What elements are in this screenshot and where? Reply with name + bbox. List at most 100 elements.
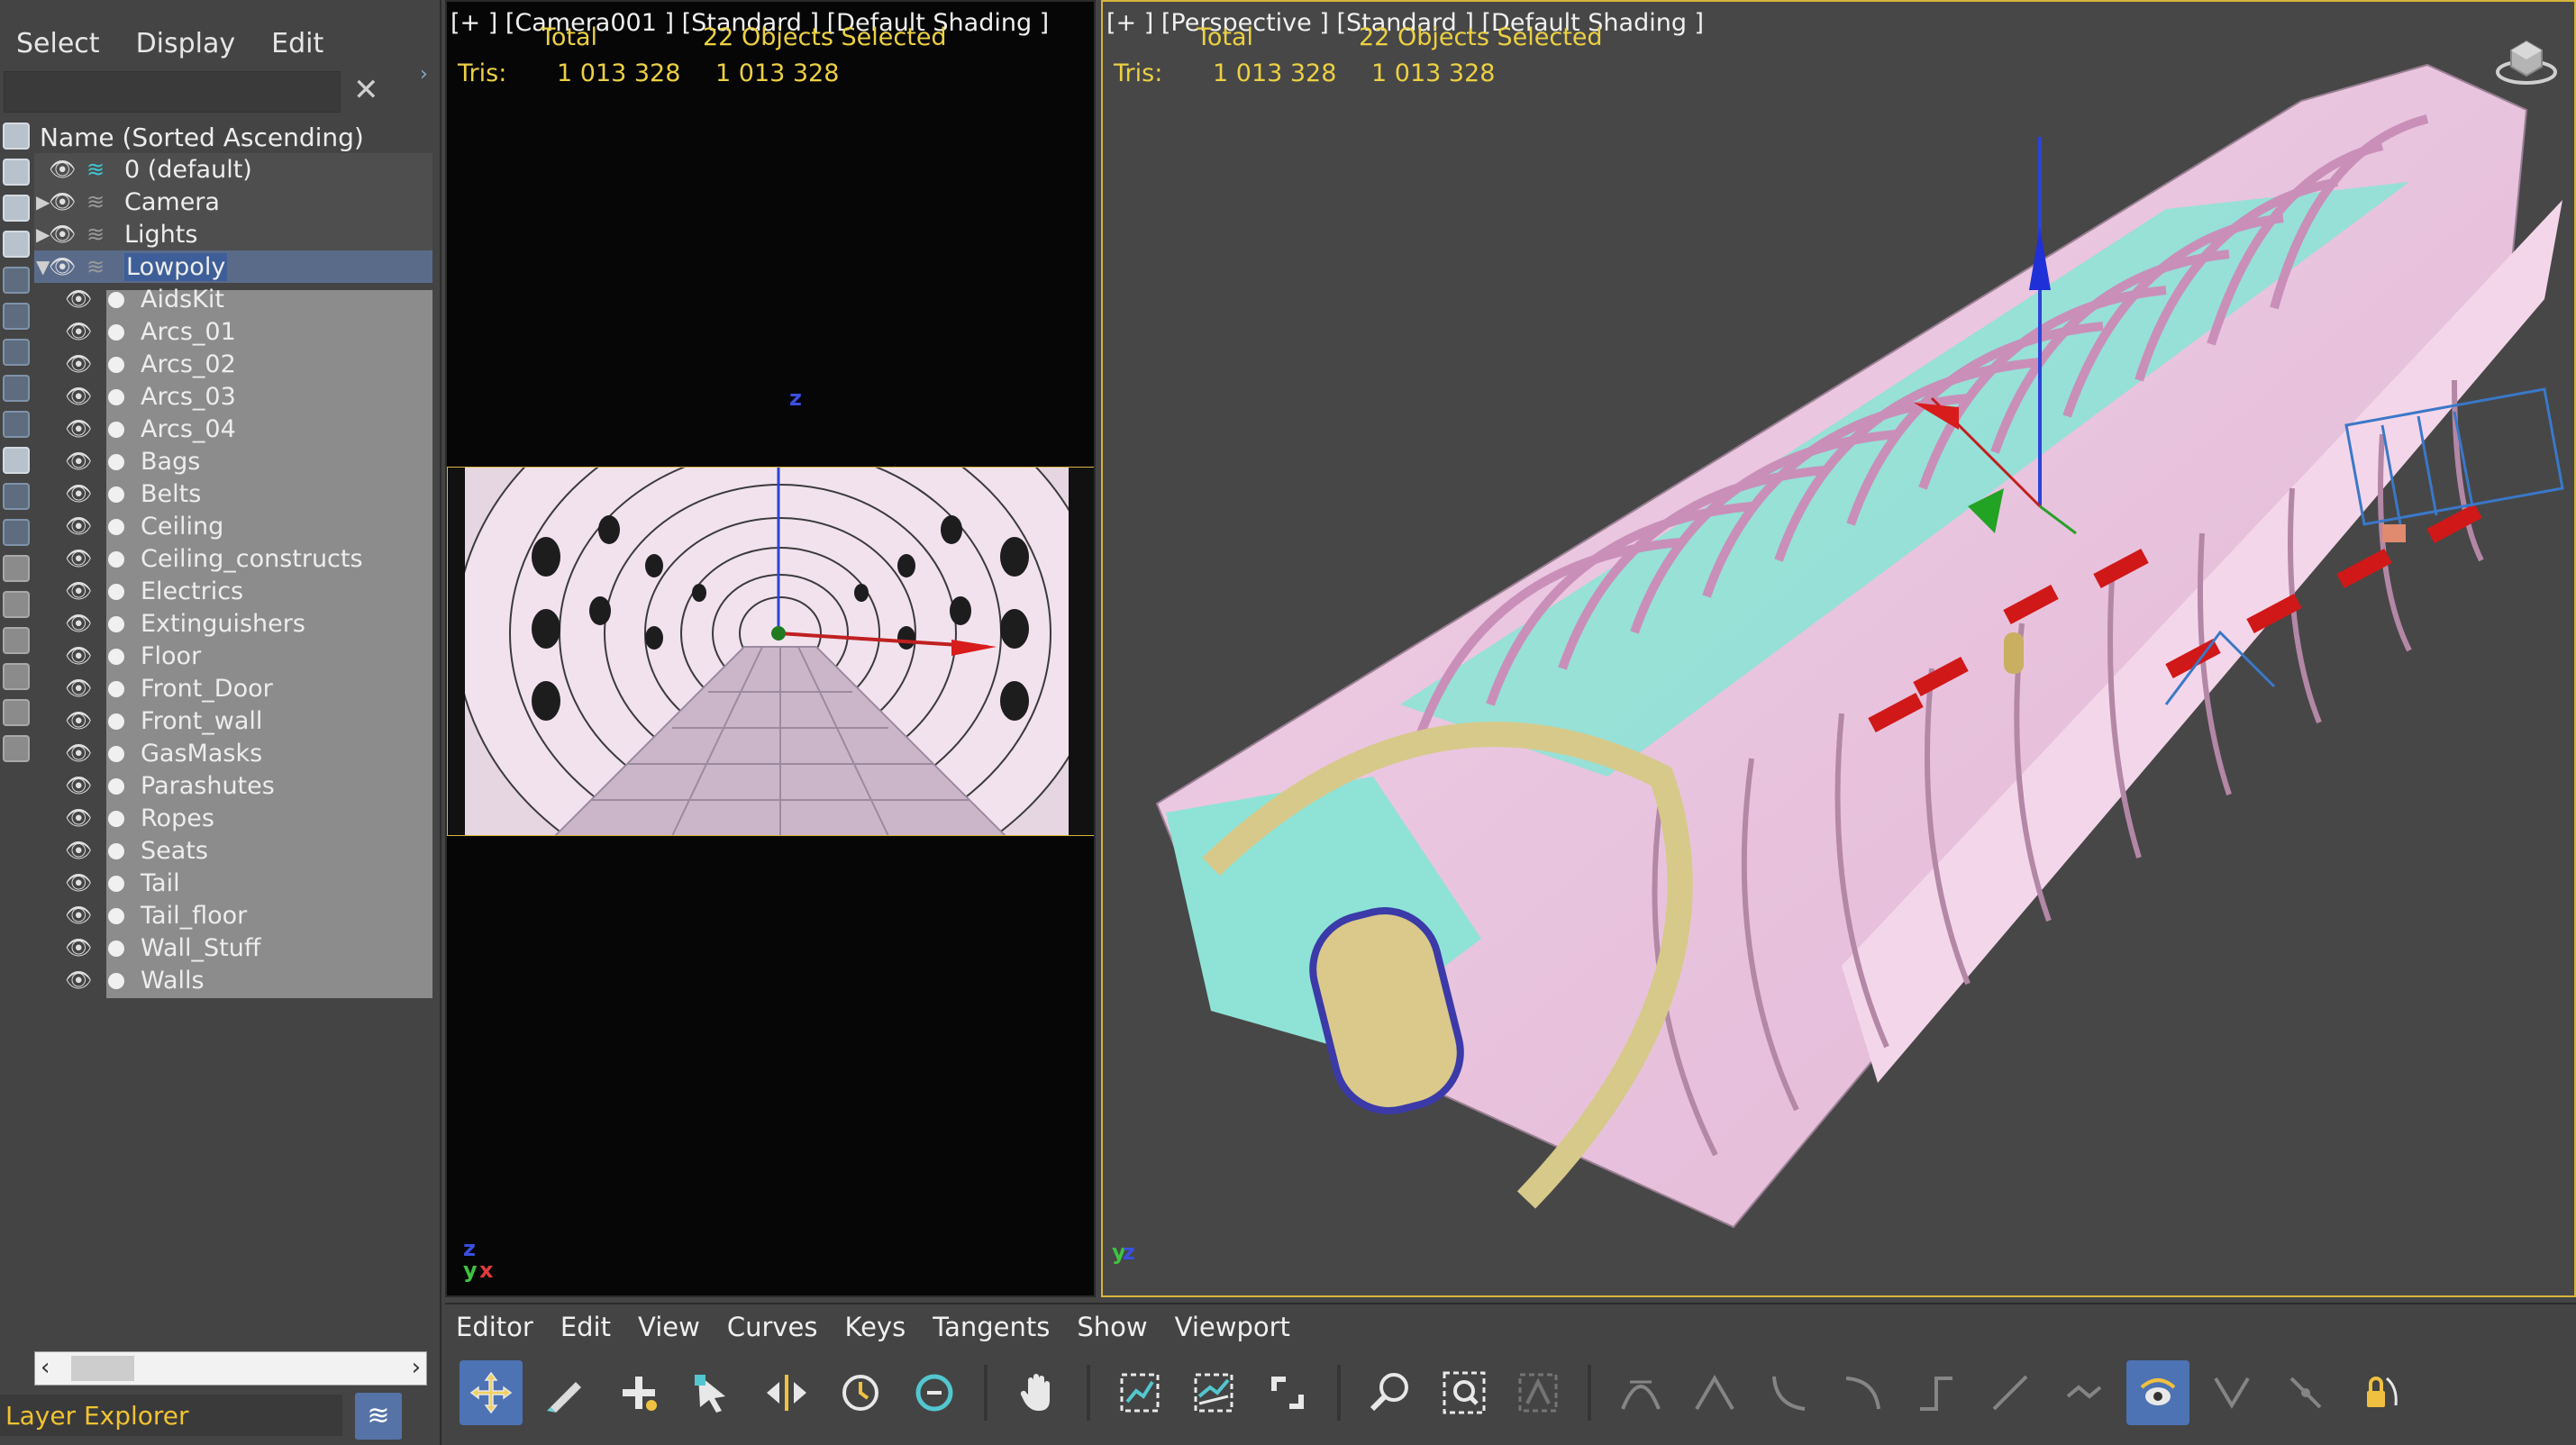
eye-icon[interactable]: 👁 bbox=[65, 513, 92, 539]
object-row[interactable]: 👁 Walls bbox=[34, 964, 432, 996]
object-row[interactable]: 👁 Ceiling bbox=[34, 510, 432, 542]
tangent-slow-button[interactable] bbox=[1831, 1360, 1894, 1425]
unify-tangents-button[interactable] bbox=[2274, 1360, 2337, 1425]
chevron-right-icon[interactable]: › bbox=[420, 63, 428, 86]
tangent-linear-button[interactable] bbox=[1979, 1360, 2042, 1425]
object-row[interactable]: 👁 Arcs_02 bbox=[34, 348, 432, 380]
object-row[interactable]: 👁 Parashutes bbox=[34, 769, 432, 802]
eye-icon[interactable]: 👁 bbox=[65, 351, 92, 377]
eye-icon[interactable]: 👁 bbox=[65, 578, 92, 604]
object-row[interactable]: 👁 Bags bbox=[34, 445, 432, 477]
camera-viewport[interactable]: [+ ] [Camera001 ] [Standard ] [Default S… bbox=[445, 0, 1096, 1297]
menu-editor[interactable]: Editor bbox=[456, 1312, 533, 1342]
hidden-filter-icon[interactable] bbox=[3, 519, 30, 546]
viewport-label[interactable]: [+ ] [Perspective ] [Standard ] [Default… bbox=[1106, 9, 1704, 51]
tangent-fast-button[interactable] bbox=[1757, 1360, 1820, 1425]
object-row[interactable]: 👁 Front_Door bbox=[34, 672, 432, 704]
shapes-filter-icon[interactable] bbox=[3, 159, 30, 186]
zoom-button[interactable] bbox=[1359, 1360, 1422, 1425]
scale-values-button[interactable] bbox=[903, 1360, 966, 1425]
horizontal-scrollbar[interactable]: ‹ › bbox=[34, 1351, 427, 1386]
isolate-button[interactable] bbox=[1506, 1360, 1570, 1425]
object-row[interactable]: 👁 Arcs_04 bbox=[34, 413, 432, 445]
column-header-name[interactable]: Name (Sorted Ascending) bbox=[34, 121, 432, 153]
object-row[interactable]: 👁 Seats bbox=[34, 834, 432, 867]
object-row[interactable]: 👁 GasMasks bbox=[34, 737, 432, 769]
eye-icon[interactable]: 👁 bbox=[65, 805, 92, 831]
menu-select[interactable]: Select bbox=[16, 28, 100, 59]
menu-tangents[interactable]: Tangents bbox=[933, 1312, 1050, 1342]
search-input[interactable] bbox=[4, 71, 341, 113]
eye-icon[interactable]: 👁 bbox=[65, 741, 92, 766]
draw-curves-button[interactable] bbox=[533, 1360, 596, 1425]
layer-row-lowpoly[interactable]: ▼ 👁 ≋ Lowpoly bbox=[34, 250, 432, 283]
eye-icon[interactable]: 👁 bbox=[65, 968, 92, 993]
eye-icon[interactable]: 👁 bbox=[65, 481, 92, 506]
object-row[interactable]: 👁 Arcs_01 bbox=[34, 315, 432, 348]
layer-row-default[interactable]: 👁 ≋ 0 (default) bbox=[34, 153, 432, 186]
filter-icon[interactable] bbox=[3, 699, 30, 726]
menu-keys[interactable]: Keys bbox=[845, 1312, 906, 1342]
eye-icon[interactable]: 👁 bbox=[65, 319, 92, 344]
tangent-step-button[interactable] bbox=[1905, 1360, 1968, 1425]
menu-view[interactable]: View bbox=[638, 1312, 700, 1342]
viewcube-icon[interactable] bbox=[2495, 29, 2558, 92]
xrefs-filter-icon[interactable] bbox=[3, 375, 30, 402]
eye-icon[interactable]: 👁 bbox=[65, 546, 92, 571]
pan-button[interactable] bbox=[1006, 1360, 1069, 1425]
eye-icon[interactable]: 👁 bbox=[65, 416, 92, 441]
lights-filter-icon[interactable] bbox=[3, 195, 30, 222]
bones-filter-icon[interactable] bbox=[3, 411, 30, 438]
snap-button[interactable] bbox=[1256, 1360, 1319, 1425]
slide-keys-button[interactable] bbox=[755, 1360, 818, 1425]
eye-icon[interactable]: 👁 bbox=[49, 254, 76, 279]
object-row[interactable]: 👁 Arcs_03 bbox=[34, 380, 432, 413]
menu-edit[interactable]: Edit bbox=[271, 28, 323, 59]
scrollbar-thumb[interactable] bbox=[71, 1356, 134, 1381]
explorer-selector[interactable]: Layer Explorer bbox=[0, 1395, 342, 1436]
menu-display[interactable]: Display bbox=[136, 28, 236, 59]
viewport-label[interactable]: [+ ] [Camera001 ] [Standard ] [Default S… bbox=[451, 9, 1049, 51]
eye-icon[interactable]: 👁 bbox=[65, 449, 92, 474]
break-tangents-button[interactable] bbox=[2200, 1360, 2263, 1425]
frame-keys-button[interactable] bbox=[1182, 1360, 1245, 1425]
eye-icon[interactable]: 👁 bbox=[65, 384, 92, 409]
groups-filter-icon[interactable] bbox=[3, 339, 30, 366]
eye-icon[interactable]: 👁 bbox=[65, 935, 92, 960]
invert-filter-icon[interactable] bbox=[3, 627, 30, 654]
close-icon[interactable]: ✕ bbox=[353, 72, 379, 108]
scroll-left-icon[interactable]: ‹ bbox=[41, 1354, 50, 1381]
frozen-filter-icon[interactable] bbox=[3, 483, 30, 510]
scroll-right-icon[interactable]: › bbox=[412, 1354, 421, 1381]
helpers-filter-icon[interactable] bbox=[3, 267, 30, 294]
all-filter-icon[interactable] bbox=[3, 555, 30, 582]
tangent-smooth-button[interactable] bbox=[2053, 1360, 2116, 1425]
spacewarps-filter-icon[interactable] bbox=[3, 303, 30, 330]
none-filter-icon[interactable] bbox=[3, 591, 30, 618]
lock-tangents-button[interactable] bbox=[2348, 1360, 2411, 1425]
menu-edit[interactable]: Edit bbox=[560, 1312, 611, 1342]
object-row[interactable]: 👁 Belts bbox=[34, 477, 432, 510]
object-row[interactable]: 👁 Electrics bbox=[34, 575, 432, 607]
layer-row-lights[interactable]: ▶ 👁 ≋ Lights bbox=[34, 218, 432, 250]
menu-viewport[interactable]: Viewport bbox=[1175, 1312, 1290, 1342]
eye-icon[interactable]: 👁 bbox=[49, 157, 76, 182]
menu-curves[interactable]: Curves bbox=[727, 1312, 818, 1342]
eye-icon[interactable]: 👁 bbox=[49, 222, 76, 247]
object-row[interactable]: 👁 Extinguishers bbox=[34, 607, 432, 640]
scale-keys-button[interactable] bbox=[829, 1360, 892, 1425]
object-row[interactable]: 👁 Wall_Stuff bbox=[34, 932, 432, 964]
perspective-viewport[interactable]: [+ ] [Perspective ] [Standard ] [Default… bbox=[1101, 0, 2576, 1297]
object-row[interactable]: 👁 Tail_floor bbox=[34, 899, 432, 932]
zoom-region-button[interactable] bbox=[1433, 1360, 1496, 1425]
display-children-icon[interactable] bbox=[3, 663, 30, 690]
object-row[interactable]: 👁 Ropes bbox=[34, 802, 432, 834]
layers-stack-button[interactable]: ≋ bbox=[355, 1393, 402, 1440]
tangent-spline-button[interactable] bbox=[1683, 1360, 1746, 1425]
eye-icon[interactable]: 👁 bbox=[65, 643, 92, 668]
object-row[interactable]: 👁 Tail bbox=[34, 867, 432, 899]
object-row[interactable]: 👁 Front_wall bbox=[34, 704, 432, 737]
menu-show[interactable]: Show bbox=[1077, 1312, 1147, 1342]
eye-icon[interactable]: 👁 bbox=[65, 838, 92, 863]
geometry-filter-icon[interactable] bbox=[3, 123, 30, 150]
